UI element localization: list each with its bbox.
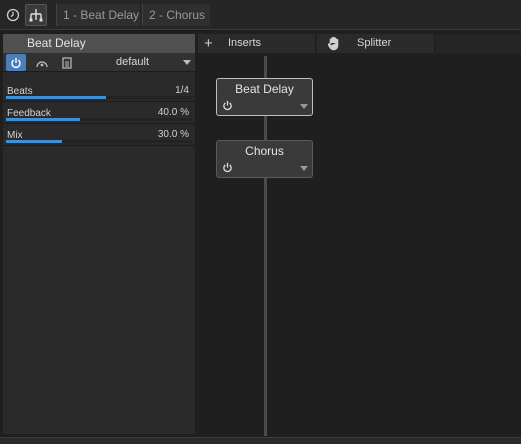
preset-value: default bbox=[116, 56, 150, 68]
insert-node-chorus[interactable]: Chorus bbox=[216, 140, 313, 178]
chevron-down-icon[interactable] bbox=[300, 104, 308, 110]
node-name: Beat Delay bbox=[235, 82, 294, 96]
tab-beat-delay[interactable]: 1 - Beat Delay bbox=[56, 4, 140, 26]
plus-icon: + bbox=[204, 35, 213, 52]
device-header: Beat Delay bbox=[3, 34, 195, 53]
routing-toolbar: + Inserts Splitter bbox=[198, 34, 521, 53]
power-icon[interactable] bbox=[222, 100, 233, 111]
chevron-down-icon[interactable] bbox=[300, 166, 308, 172]
node-name: Chorus bbox=[245, 144, 284, 158]
param-feedback[interactable]: Feedback 40.0 % bbox=[3, 104, 195, 124]
param-value: 1/4 bbox=[175, 85, 189, 96]
device-toolbar: default bbox=[3, 53, 195, 72]
page-icon[interactable] bbox=[57, 54, 77, 71]
inserts-label: Inserts bbox=[228, 37, 262, 49]
device-panel: Beat Delay default Beats 1/4 Feedback 40… bbox=[3, 34, 195, 434]
tab-chorus[interactable]: 2 - Chorus bbox=[142, 4, 210, 26]
param-slider-fill bbox=[6, 118, 81, 121]
tab-bar: 1 - Beat Delay 2 - Chorus bbox=[0, 0, 521, 30]
power-icon[interactable] bbox=[222, 162, 233, 173]
bottom-border bbox=[0, 437, 521, 444]
routing-area: + Inserts Splitter Beat Delay Chorus bbox=[198, 34, 521, 438]
param-slider-fill bbox=[6, 96, 107, 99]
param-value: 30.0 % bbox=[157, 129, 189, 140]
preset-select[interactable]: default bbox=[78, 54, 194, 71]
routing-icon[interactable] bbox=[25, 4, 47, 26]
chevron-down-icon bbox=[183, 60, 191, 65]
automation-icon[interactable] bbox=[32, 54, 52, 71]
param-slider[interactable] bbox=[6, 118, 192, 121]
device-title: Beat Delay bbox=[27, 36, 86, 50]
splitter-button[interactable]: Splitter bbox=[317, 34, 435, 53]
inserts-button[interactable]: + Inserts bbox=[198, 34, 316, 53]
clock-icon[interactable] bbox=[2, 4, 24, 26]
param-slider-fill bbox=[6, 140, 62, 143]
power-icon[interactable] bbox=[6, 54, 26, 71]
param-value: 40.0 % bbox=[157, 107, 189, 118]
splitter-label: Splitter bbox=[357, 37, 392, 49]
param-slider[interactable] bbox=[6, 96, 192, 99]
param-slider[interactable] bbox=[6, 140, 192, 143]
param-beats[interactable]: Beats 1/4 bbox=[3, 82, 195, 102]
hand-icon bbox=[327, 36, 339, 51]
insert-node-beat-delay[interactable]: Beat Delay bbox=[216, 78, 313, 116]
param-mix[interactable]: Mix 30.0 % bbox=[3, 126, 195, 146]
